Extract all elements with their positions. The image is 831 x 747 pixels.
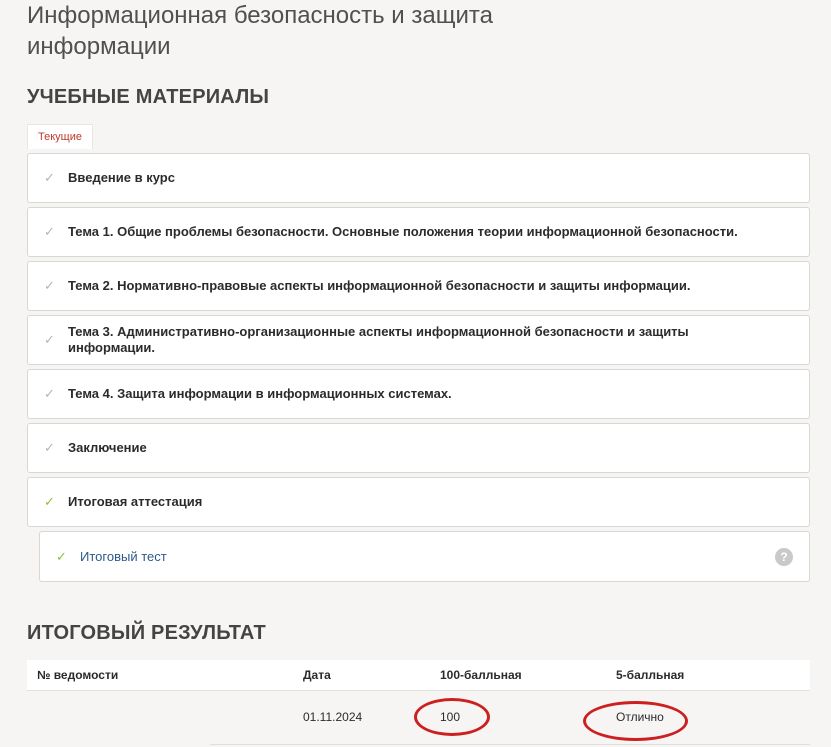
module-label: Тема 2. Нормативно-правовые аспекты инфо… (68, 278, 691, 293)
module-label: Тема 4. Защита информации в информационн… (68, 386, 452, 401)
check-icon: ✓ (44, 440, 55, 455)
column-header-date: Дата (303, 668, 331, 682)
module-topic-3[interactable]: ✓ Тема 3. Административно-организационны… (27, 315, 810, 365)
module-final-attestation[interactable]: ✓ Итоговая аттестация (27, 477, 810, 527)
cell-date: 01.11.2024 (303, 710, 363, 724)
column-header-score5: 5-балльная (616, 668, 685, 682)
table-header-row: № ведомости Дата 100-балльная 5-балльная (27, 660, 810, 691)
row-divider (210, 744, 810, 745)
result-heading: ИТОГОВЫЙ РЕЗУЛЬТАТ (27, 622, 266, 644)
highlight-ellipse-score5 (583, 701, 688, 741)
module-label: Введение в курс (68, 170, 175, 185)
submodule-final-test[interactable]: ✓ Итоговый тест ? (39, 531, 810, 582)
check-done-icon: ✓ (56, 548, 67, 564)
module-label: Тема 1. Общие проблемы безопасности. Осн… (68, 224, 738, 239)
module-topic-1[interactable]: ✓ Тема 1. Общие проблемы безопасности. О… (27, 207, 810, 257)
check-icon: ✓ (44, 224, 55, 239)
submodule-rail (27, 527, 39, 579)
tab-current[interactable]: Текущие (27, 124, 93, 149)
module-label: Тема 3. Административно-организационные … (68, 324, 689, 355)
submodule-label[interactable]: Итоговый тест (80, 549, 775, 564)
module-label: Итоговая аттестация (68, 494, 203, 509)
highlight-ellipse-score100 (414, 698, 490, 736)
module-label: Заключение (68, 440, 147, 455)
check-icon: ✓ (44, 386, 55, 401)
module-intro[interactable]: ✓ Введение в курс (27, 153, 810, 203)
modules-list: ✓ Введение в курс ✓ Тема 1. Общие пробле… (27, 153, 810, 587)
help-icon[interactable]: ? (775, 547, 793, 566)
course-title: Информационная безопасность и защита инф… (27, 2, 493, 60)
column-header-sheet: № ведомости (37, 668, 119, 682)
check-icon: ✓ (44, 278, 55, 293)
module-topic-2[interactable]: ✓ Тема 2. Нормативно-правовые аспекты ин… (27, 261, 810, 311)
check-icon: ✓ (44, 170, 55, 185)
check-done-icon: ✓ (44, 494, 55, 509)
column-header-score100: 100-балльная (440, 668, 522, 682)
materials-heading: УЧЕБНЫЕ МАТЕРИАЛЫ (27, 86, 270, 108)
module-topic-4[interactable]: ✓ Тема 4. Защита информации в информацио… (27, 369, 810, 419)
submodule-container: ✓ Итоговый тест ? (27, 527, 810, 587)
check-icon: ✓ (44, 332, 55, 347)
module-conclusion[interactable]: ✓ Заключение (27, 423, 810, 473)
